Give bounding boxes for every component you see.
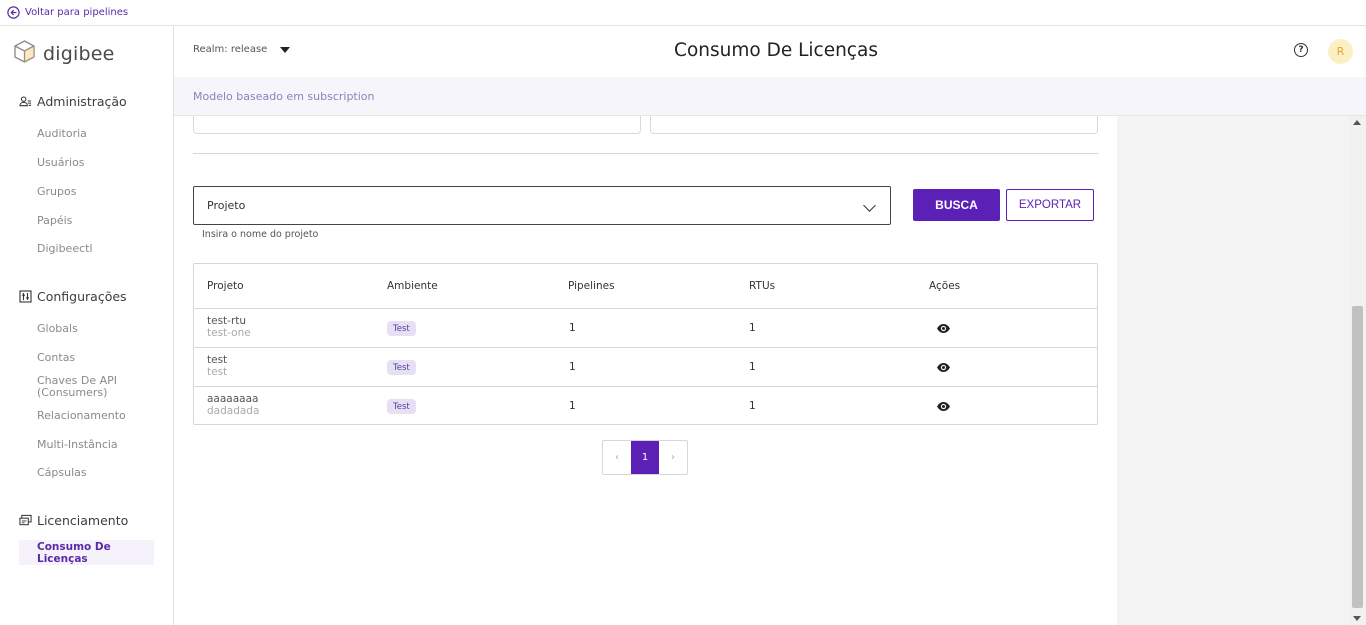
project-name: test <box>207 354 228 366</box>
cube-logo-icon <box>12 39 37 68</box>
chevron-down-icon <box>863 199 876 212</box>
sidebar-item-consumo-de-licencas[interactable]: Consumo De Licenças <box>19 540 154 565</box>
project-cell: test test <box>207 354 227 378</box>
right-panel <box>1117 116 1349 625</box>
environment-badge: Test <box>387 399 416 414</box>
column-header-rtus: RTUs <box>749 280 776 292</box>
scroll-down-arrow-icon[interactable] <box>1353 616 1361 621</box>
page-title: Consumo De Licenças <box>674 40 878 61</box>
rtus-count: 1 <box>749 400 756 412</box>
column-header-pipelines: Pipelines <box>568 280 615 292</box>
sidebar-item-grupos[interactable]: Grupos <box>37 186 76 198</box>
back-link-label: Voltar para pipelines <box>25 7 129 18</box>
subscription-model-text: Modelo baseado em subscription <box>193 89 375 103</box>
section-configuracoes: Configurações <box>19 289 127 304</box>
sidebar-item-globals[interactable]: Globals <box>37 323 78 335</box>
table-header: Projeto Ambiente Pipelines RTUs Ações <box>194 264 1097 309</box>
sidebar-item-auditoria[interactable]: Auditoria <box>37 128 87 140</box>
help-icon[interactable]: ? <box>1294 43 1308 57</box>
table-row: aaaaaaaa dadadada Test 1 1 <box>194 387 1097 426</box>
project-name: aaaaaaaa <box>207 393 259 405</box>
pipelines-count: 1 <box>569 322 576 334</box>
eye-icon[interactable] <box>936 399 951 414</box>
section-title: Administração <box>37 94 127 109</box>
arrow-left-circle-icon <box>7 6 20 19</box>
search-button[interactable]: BUSCA <box>913 189 1000 221</box>
rtus-count: 1 <box>749 322 756 334</box>
sidebar-item-relacionamento[interactable]: Relacionamento <box>37 410 126 422</box>
license-table: Projeto Ambiente Pipelines RTUs Ações te… <box>193 263 1098 425</box>
environment-badge: Test <box>387 360 416 375</box>
page-header: Realm: release Consumo De Licenças ? R <box>174 26 1366 77</box>
project-subtitle: test <box>207 366 228 378</box>
top-bar: Voltar para pipelines <box>0 0 1366 26</box>
project-select[interactable]: Projeto <box>193 186 891 225</box>
project-cell: aaaaaaaa dadadada <box>207 393 259 417</box>
environment-badge: Test <box>387 321 416 336</box>
project-name: test-rtu <box>207 315 247 327</box>
users-icon <box>19 95 32 108</box>
avatar[interactable]: R <box>1328 39 1353 64</box>
scroll-up-arrow-icon[interactable] <box>1353 120 1361 125</box>
project-subtitle: test-one <box>207 327 251 339</box>
rtus-count: 1 <box>749 361 756 373</box>
sidebar-item-capsulas[interactable]: Cápsulas <box>37 467 87 479</box>
column-header-acoes: Ações <box>929 280 961 292</box>
license-icon <box>19 514 32 527</box>
main-content: Projeto Insira o nome do projeto BUSCA E… <box>174 116 1117 625</box>
brand-name: digibee <box>43 42 115 65</box>
table-row: test test Test 1 1 <box>194 348 1097 387</box>
summary-card <box>650 116 1098 134</box>
eye-icon[interactable] <box>936 321 951 336</box>
project-subtitle: dadadada <box>207 405 260 417</box>
project-select-value: Projeto <box>207 199 246 212</box>
prev-page-button[interactable]: ‹ <box>603 441 631 474</box>
scrollbar-thumb[interactable] <box>1352 306 1363 608</box>
section-title: Configurações <box>37 289 127 304</box>
pipelines-count: 1 <box>569 400 576 412</box>
sidebar-item-multi-instancia[interactable]: Multi-Instância <box>37 439 118 451</box>
pagination: ‹ 1 › <box>602 440 688 475</box>
summary-card <box>193 116 641 134</box>
sidebar-item-chaves-de-api[interactable]: Chaves De API (Consumers) <box>37 375 137 399</box>
sidebar-item-papeis[interactable]: Papéis <box>37 215 72 227</box>
column-header-projeto: Projeto <box>207 280 244 292</box>
sidebar-item-digibeectl[interactable]: Digibeectl <box>37 243 93 255</box>
sidebar-item-usuarios[interactable]: Usuários <box>37 157 85 169</box>
page-button-current[interactable]: 1 <box>631 441 659 474</box>
section-administracao: Administração <box>19 94 127 109</box>
column-header-ambiente: Ambiente <box>387 280 438 292</box>
subheader: Modelo baseado em subscription <box>174 77 1366 116</box>
section-title: Licenciamento <box>37 513 129 528</box>
sidebar: digibee Administração Auditoria Usuários… <box>0 26 174 625</box>
table-row: test-rtu test-one Test 1 1 <box>194 309 1097 348</box>
logo[interactable]: digibee <box>12 39 115 68</box>
sidebar-item-contas[interactable]: Contas <box>37 352 75 364</box>
export-button[interactable]: EXPORTAR <box>1006 189 1094 221</box>
pipelines-count: 1 <box>569 361 576 373</box>
eye-icon[interactable] <box>936 360 951 375</box>
divider <box>193 153 1098 154</box>
project-select-helper: Insira o nome do projeto <box>202 229 319 240</box>
back-to-pipelines-link[interactable]: Voltar para pipelines <box>7 6 128 19</box>
next-page-button[interactable]: › <box>659 441 687 474</box>
vertical-scrollbar[interactable] <box>1349 116 1366 625</box>
project-cell: test-rtu test-one <box>207 315 251 339</box>
settings-sliders-icon <box>19 290 32 303</box>
section-licenciamento: Licenciamento <box>19 513 128 528</box>
